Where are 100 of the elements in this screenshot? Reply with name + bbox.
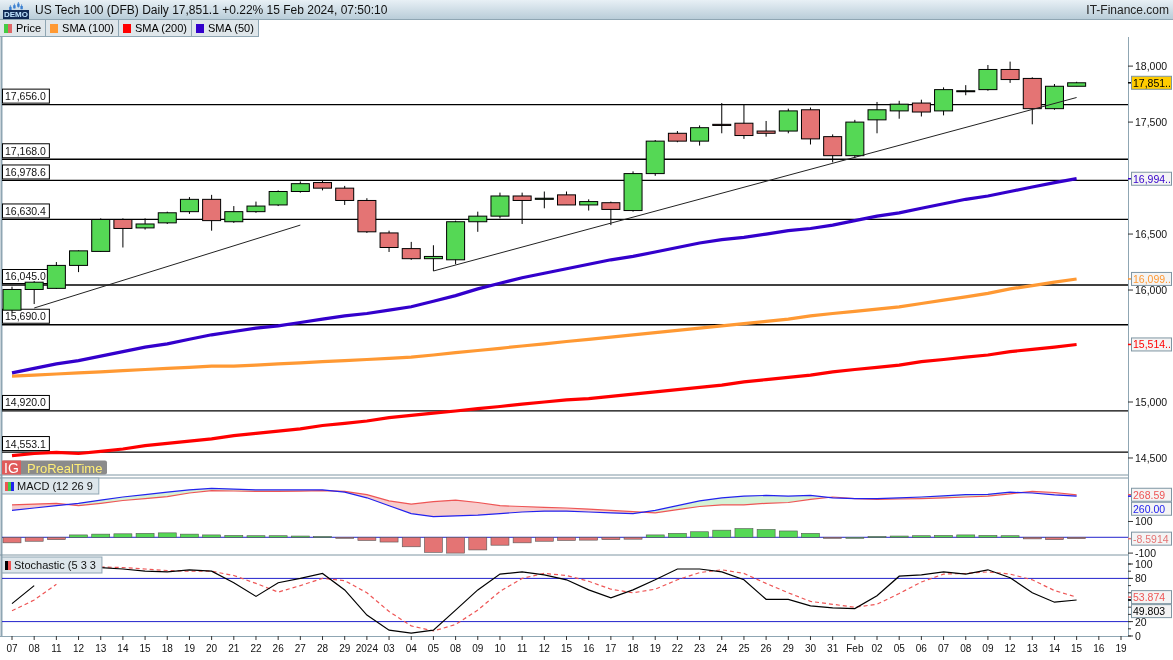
date-label: 22: [250, 643, 262, 654]
candlestick: [712, 102, 732, 134]
date-label: 15: [139, 643, 151, 654]
legend-item[interactable]: SMA (50): [192, 20, 259, 37]
date-label: 24: [716, 643, 728, 654]
price-level-label: 16,630.4: [2, 203, 50, 219]
candlestick: [135, 217, 155, 231]
date-label: 12: [1004, 643, 1016, 654]
chart-title: US Tech 100 (DFB) Daily 17,851.1 +0.22% 15 Feb 2024, 07:50:10: [35, 2, 389, 17]
price-level-label: 14,920.0: [2, 394, 50, 410]
indicator-label: Stochastic (5 3 3: [1, 556, 103, 574]
candlestick: [911, 99, 931, 117]
axis-label: -100: [1135, 547, 1156, 560]
date-label: Feb: [846, 643, 864, 654]
axis-label: 15,000: [1135, 396, 1168, 408]
date-label: 15: [1071, 643, 1083, 654]
candlestick: [46, 261, 66, 290]
candlestick: [867, 101, 887, 134]
date-label: 13: [1026, 643, 1038, 654]
date-label: 19: [649, 643, 661, 654]
candlestick: [157, 211, 177, 225]
date-label: 12: [73, 643, 85, 654]
candlestick: [778, 108, 798, 134]
candlestick: [801, 107, 820, 145]
date-label: 18: [627, 643, 639, 654]
date-label: 30: [804, 643, 817, 654]
date-label: 11: [516, 643, 528, 654]
date-label: 27: [294, 643, 306, 654]
candlestick: [357, 197, 377, 234]
candlestick: [379, 230, 399, 253]
demo-badge: DEMO: [3, 10, 29, 19]
date-label: 06: [915, 643, 927, 654]
candlestick: [423, 244, 443, 272]
date-label: 18: [161, 643, 173, 654]
candlestick: [978, 64, 998, 92]
candlestick: [490, 192, 510, 219]
candlestick: [468, 211, 488, 233]
price-level-label: 14,553.1: [2, 436, 50, 452]
candlestick: [667, 130, 687, 143]
date-label: 29: [782, 643, 794, 654]
legend-item[interactable]: SMA (200): [119, 20, 192, 37]
candlestick: [579, 198, 599, 212]
candlestick: [512, 192, 532, 225]
candlestick: [246, 201, 266, 214]
date-label: 10: [494, 643, 506, 654]
candlestick: [734, 103, 754, 140]
axis-label: 18,000: [1135, 60, 1168, 73]
candlestick-icon: [7, 2, 25, 10]
date-label: 07: [938, 643, 950, 654]
date-label: 14: [1048, 643, 1060, 654]
date-label: 22: [671, 643, 683, 654]
candlestick: [179, 196, 199, 215]
price-level-label: 17,168.0: [2, 143, 50, 159]
date-label: 07: [6, 643, 18, 654]
candlestick: [224, 205, 244, 224]
date-label: 11: [51, 643, 62, 654]
candlestick: [934, 86, 954, 116]
candlestick: [845, 119, 865, 159]
date-label: 25: [738, 643, 750, 654]
date-label: 2024: [355, 643, 378, 654]
date-label: 09: [982, 643, 994, 654]
platform-logo: IG ProRealTime: [2, 459, 107, 476]
date-label: 29: [339, 643, 351, 654]
candlestick: [401, 241, 421, 261]
candlestick: [690, 124, 710, 147]
price-level-label: 15,690.0: [2, 308, 50, 324]
candlestick: [956, 84, 976, 96]
candlestick: [2, 286, 22, 313]
legend-label: SMA (100): [62, 22, 115, 34]
date-label: 21: [228, 643, 240, 654]
candlestick: [290, 180, 310, 194]
legend-item[interactable]: SMA (100): [46, 20, 120, 37]
date-label: 08: [450, 643, 462, 654]
date-label: 31: [827, 643, 839, 654]
date-label: 17: [605, 643, 617, 654]
axis-label: 16,500: [1135, 228, 1168, 241]
date-label: 23: [694, 643, 706, 654]
date-label: 15: [560, 643, 573, 654]
candlestick: [1022, 76, 1042, 125]
date-label: 14: [117, 643, 129, 654]
indicator-label: MACD (12 26 9: [1, 477, 100, 495]
date-label: 02: [871, 643, 883, 654]
candlestick: [446, 220, 466, 265]
date-label: 19: [183, 643, 195, 654]
legend-label: Price: [16, 22, 42, 34]
legend-label: SMA (200): [135, 22, 187, 34]
date-label: 28: [316, 643, 329, 654]
candlestick: [756, 120, 776, 138]
date-label: 05: [427, 643, 439, 654]
date-label: 05: [893, 643, 905, 654]
candlestick: [202, 194, 222, 232]
axis-label: 80: [1135, 572, 1147, 585]
candlestick: [91, 217, 111, 253]
legend-item[interactable]: Price: [0, 20, 47, 37]
date-label: 13: [95, 643, 107, 654]
candlestick: [557, 191, 576, 206]
date-label: 20: [206, 643, 218, 654]
candlestick: [313, 179, 332, 191]
axis-label: 100: [1135, 558, 1153, 570]
date-label: 16: [1093, 643, 1105, 654]
